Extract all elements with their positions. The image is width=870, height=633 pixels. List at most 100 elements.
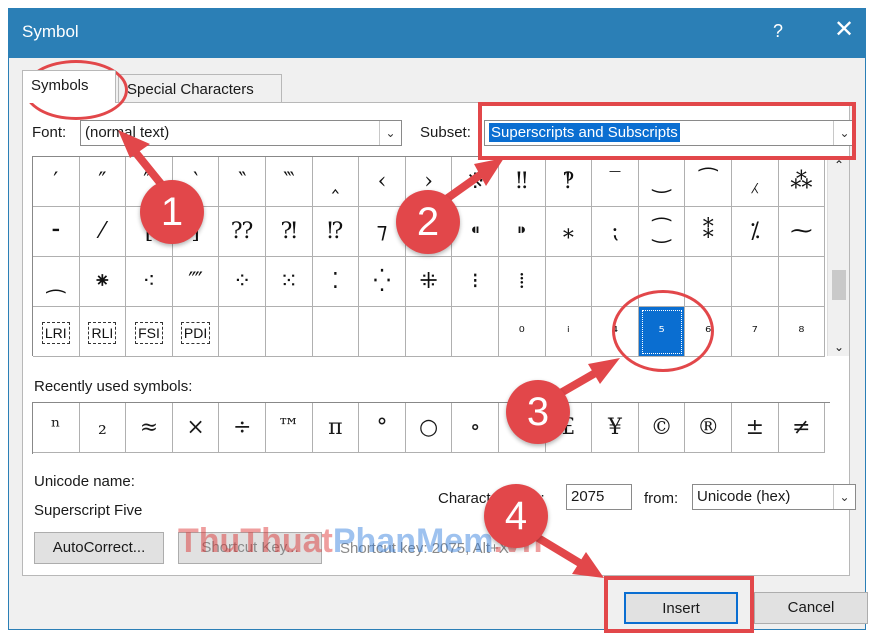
symbol-cell[interactable]: [359, 307, 406, 357]
symbol-cell[interactable]: ⁗: [172, 257, 220, 307]
from-select[interactable]: Unicode (hex) ⌄: [692, 484, 856, 510]
highlight-subset: [478, 102, 856, 160]
recent-symbol-cell[interactable]: ⁿ: [33, 403, 80, 453]
tab-special-characters[interactable]: Special Characters: [118, 74, 282, 104]
symbol-cell[interactable]: ⁸: [778, 307, 826, 357]
symbol-cell[interactable]: FSI: [126, 307, 173, 357]
symbol-cell[interactable]: ⁂: [778, 157, 826, 207]
symbol-cell[interactable]: ⁔: [33, 257, 80, 307]
symbol-cell[interactable]: ⁐: [638, 207, 686, 257]
symbol-cell[interactable]: ⁈: [266, 207, 313, 257]
symbol-cell[interactable]: ⁑: [685, 207, 732, 257]
symbol-cell[interactable]: RLI: [79, 307, 127, 357]
symbol-cell[interactable]: PDI: [172, 307, 220, 357]
recent-symbol-cell[interactable]: ∘: [452, 403, 499, 453]
symbol-cell[interactable]: ⁷: [732, 307, 779, 357]
symbol-cell[interactable]: ⁛: [359, 257, 406, 307]
symbol-cell[interactable]: ⁃: [33, 207, 80, 257]
scroll-thumb[interactable]: [832, 270, 846, 300]
step-badge-4: 4: [484, 484, 548, 548]
from-label: from:: [644, 490, 679, 507]
chevron-down-icon[interactable]: ⌄: [379, 121, 401, 145]
symbol-cell[interactable]: ⁄: [79, 207, 127, 257]
recent-symbol-cell[interactable]: ©: [638, 403, 686, 453]
unicode-name-label: Unicode name:: [34, 473, 135, 490]
scroll-up-icon[interactable]: ⌃: [828, 158, 850, 172]
highlight-selected-char: [612, 290, 714, 372]
chevron-down-icon[interactable]: ⌄: [833, 485, 855, 509]
symbol-cell[interactable]: ⁀: [685, 157, 732, 207]
symbol-cell[interactable]: ⁁: [732, 157, 779, 207]
symbol-cell[interactable]: ⁙: [266, 257, 313, 307]
help-button[interactable]: ?: [773, 21, 783, 42]
scroll-down-icon[interactable]: ⌄: [828, 340, 850, 354]
close-icon[interactable]: ✕: [834, 18, 854, 42]
symbol-cell[interactable]: [266, 307, 313, 357]
recent-symbol-cell[interactable]: ±: [732, 403, 779, 453]
symbol-cell[interactable]: [219, 307, 266, 357]
symbol-cell[interactable]: ‶: [219, 157, 266, 207]
symbol-cell[interactable]: LRI: [33, 307, 80, 357]
recent-symbol-cell[interactable]: ×: [172, 403, 220, 453]
symbol-cell[interactable]: ※: [452, 157, 499, 207]
symbol-cell[interactable]: ⁚: [312, 257, 360, 307]
symbol-cell[interactable]: ⁕: [79, 257, 127, 307]
symbol-cell[interactable]: ⁌: [452, 207, 499, 257]
symbol-cell[interactable]: ‿: [638, 157, 686, 207]
symbol-cell[interactable]: [732, 257, 779, 307]
subset-label: Subset:: [420, 124, 471, 141]
symbol-cell[interactable]: ‾: [592, 157, 639, 207]
recent-symbol-cell[interactable]: ₂: [79, 403, 127, 453]
symbol-cell[interactable]: ⁒: [732, 207, 779, 257]
symbol-cell[interactable]: ⁉: [312, 207, 360, 257]
symbol-cell[interactable]: [452, 307, 499, 357]
symbol-cell[interactable]: ‷: [266, 157, 313, 207]
symbol-cell[interactable]: ⁘: [219, 257, 266, 307]
symbol-cell[interactable]: ‹: [359, 157, 406, 207]
recent-symbol-cell[interactable]: ≈: [126, 403, 173, 453]
window-title: Symbol: [22, 22, 79, 41]
symbol-cell[interactable]: ‸: [312, 157, 360, 207]
symbol-cell[interactable]: ⁜: [405, 257, 453, 307]
symbol-cell[interactable]: ⁰: [499, 307, 546, 357]
symbol-cell[interactable]: ⁓: [778, 207, 826, 257]
from-value: Unicode (hex): [697, 488, 791, 505]
font-select[interactable]: (normal text) ⌄: [80, 120, 402, 146]
symbol-cell[interactable]: ⁞: [499, 257, 546, 307]
recent-symbol-cell[interactable]: π: [312, 403, 360, 453]
recent-symbol-cell[interactable]: ¥: [592, 403, 639, 453]
symbol-cell[interactable]: ″: [79, 157, 127, 207]
step-badge-2: 2: [396, 190, 460, 254]
symbol-cell[interactable]: ⁖: [126, 257, 173, 307]
recent-symbol-cell[interactable]: ≠: [778, 403, 826, 453]
recent-symbol-cell[interactable]: ÷: [219, 403, 266, 453]
symbol-cell[interactable]: ′: [33, 157, 80, 207]
symbol-cell[interactable]: ⁝: [452, 257, 499, 307]
font-value: (normal text): [85, 124, 170, 141]
symbol-cell[interactable]: ⁇: [219, 207, 266, 257]
symbol-cell[interactable]: ‽: [545, 157, 593, 207]
symbol-cell[interactable]: ‼: [499, 157, 546, 207]
symbol-cell[interactable]: ⁏: [592, 207, 639, 257]
symbol-cell[interactable]: [405, 307, 453, 357]
recent-symbols: ⁿ₂≈×÷™π°○∘€£¥©®±≠: [32, 402, 830, 454]
char-code-input[interactable]: 2075: [566, 484, 632, 510]
symbol-cell[interactable]: ⁱ: [545, 307, 593, 357]
recent-symbol-cell[interactable]: °: [359, 403, 406, 453]
cancel-button[interactable]: Cancel: [754, 592, 868, 624]
font-label: Font:: [32, 124, 67, 141]
symbol-cell[interactable]: ⁍: [499, 207, 546, 257]
unicode-name-value: Superscript Five: [34, 502, 143, 519]
recent-symbol-cell[interactable]: ○: [405, 403, 453, 453]
highlight-insert: [604, 576, 754, 633]
symbol-cell[interactable]: [312, 307, 360, 357]
symbol-cell[interactable]: [545, 257, 593, 307]
symbol-cell[interactable]: [778, 257, 826, 307]
autocorrect-button[interactable]: AutoCorrect...: [34, 532, 164, 564]
recent-symbol-cell[interactable]: ™: [266, 403, 313, 453]
step-badge-3: 3: [506, 380, 570, 444]
symbol-cell[interactable]: ⁎: [545, 207, 593, 257]
tab-symbols[interactable]: Symbols: [22, 70, 116, 103]
recent-symbol-cell[interactable]: ®: [685, 403, 732, 453]
grid-scrollbar[interactable]: ⌃ ⌄: [827, 156, 849, 356]
